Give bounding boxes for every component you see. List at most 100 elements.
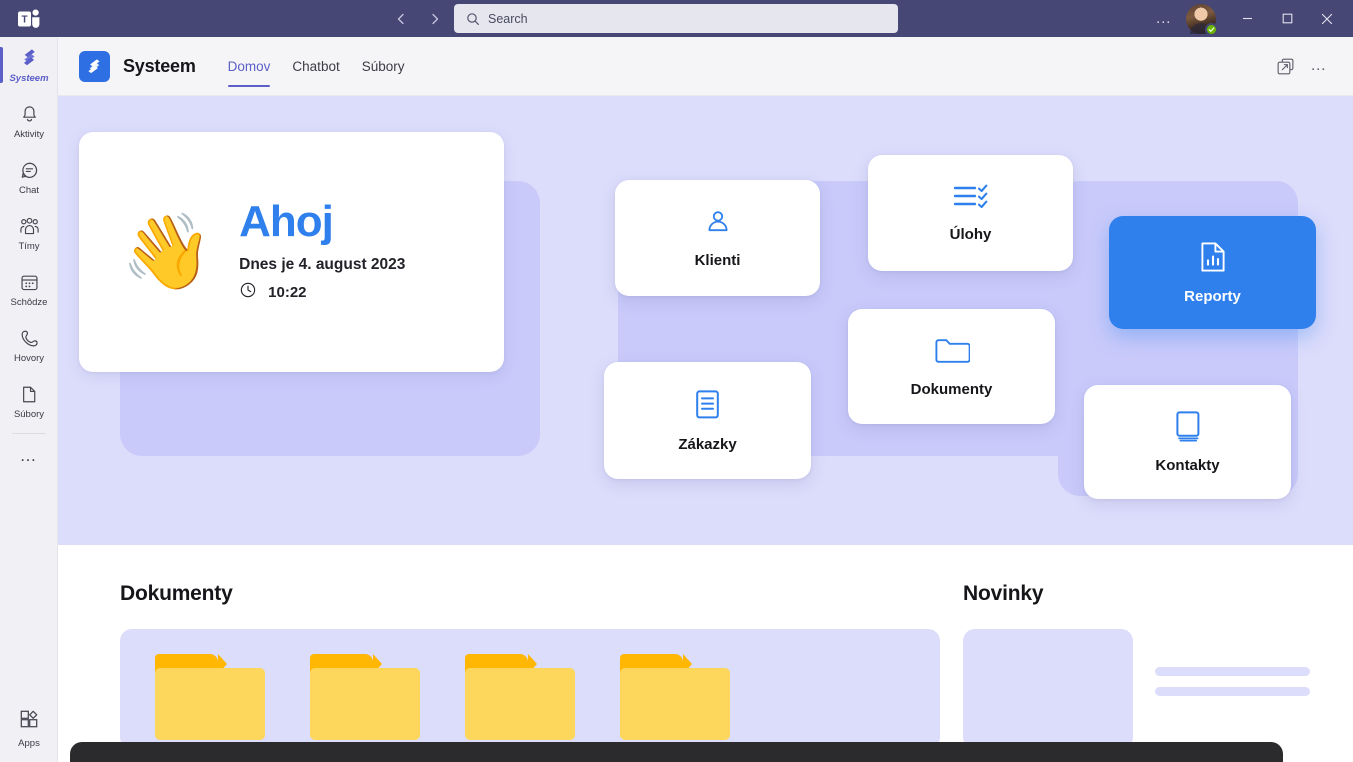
folder-icon[interactable] [465,654,575,740]
tile-label: Klienti [695,252,741,269]
forward-button[interactable] [422,6,448,32]
bell-icon [19,103,40,127]
app-header-actions: … [1271,52,1353,80]
document-icon [694,389,721,426]
page-title: Systeem [123,56,196,77]
window-controls: … [1147,0,1347,37]
file-icon [19,383,39,407]
svg-text:T: T [21,14,27,25]
tile-kontakty[interactable]: Kontakty [1084,385,1291,499]
time-row: 10:22 [239,281,405,304]
avatar[interactable] [1186,4,1216,34]
minimize-button[interactable] [1227,0,1267,37]
tab-bar: Domov Chatbot Súbory [217,37,416,95]
news-text-placeholder [1155,629,1310,696]
nav-buttons [388,6,448,32]
systeem-app-icon [18,47,41,71]
rail-item-timy[interactable]: Tímy [0,205,58,261]
status-badge [1205,23,1218,36]
titlebar-more-button[interactable]: … [1147,3,1181,35]
desktop-bar [70,742,1283,762]
rail-item-hovory[interactable]: Hovory [0,317,58,373]
rail-item-label: Systeem [9,73,48,84]
chat-bubble-icon [19,159,40,183]
maximize-button[interactable] [1267,0,1307,37]
title-bar: T Search … [0,0,1353,37]
close-icon [1321,13,1333,25]
skeleton-line [1155,687,1310,696]
hero-section: 👋 Ahoj Dnes je 4. august 2023 10:22 [58,96,1353,545]
tile-label: Dokumenty [911,381,993,398]
tile-ulohy[interactable]: Úlohy [868,155,1073,271]
rail-item-label: Schôdze [11,297,48,308]
minimize-icon [1242,13,1253,24]
rail-item-apps[interactable]: Apps [0,702,58,754]
rail-more-button[interactable]: … [0,434,58,478]
folder-icon [934,336,970,371]
app-header-more-button[interactable]: … [1305,52,1333,80]
tile-reporty[interactable]: Reporty [1109,216,1316,329]
close-button[interactable] [1307,0,1347,37]
tile-label: Kontakty [1155,457,1219,474]
search-placeholder: Search [488,12,528,26]
rail-apps-label: Apps [18,738,40,749]
tab-chatbot[interactable]: Chatbot [281,37,350,95]
documents-panel [120,629,940,749]
person-icon [703,207,733,242]
lower-section: Dokumenty Novinky [58,545,1353,762]
chevron-right-icon [429,13,441,25]
apps-grid-icon [18,708,40,735]
systeem-logo-icon [79,51,110,82]
rail-item-schodze[interactable]: Schôdze [0,261,58,317]
tile-label: Úlohy [950,226,992,243]
news-item[interactable] [963,629,1353,749]
rail-item-label: Hovory [14,353,44,364]
left-rail: Systeem Aktivity Chat Tímy Schôdze [0,37,58,762]
tile-label: Reporty [1184,288,1241,305]
news-section: Novinky [963,582,1353,749]
search-icon [464,10,482,28]
back-button[interactable] [388,6,414,32]
teams-logo-icon: T [0,0,58,37]
tile-dokumenty[interactable]: Dokumenty [848,309,1055,424]
tile-klienti[interactable]: Klienti [615,180,820,296]
app-window: T Search … [0,0,1353,762]
main-content: 👋 Ahoj Dnes je 4. august 2023 10:22 [58,96,1353,762]
book-icon [1174,410,1202,447]
rail-item-label: Aktivity [14,129,44,140]
tile-zakazky[interactable]: Zákazky [604,362,811,479]
tab-domov[interactable]: Domov [217,37,282,95]
folder-icon[interactable] [310,654,420,740]
greeting-text: Ahoj [239,200,405,245]
skeleton-line [1155,667,1310,676]
phone-icon [19,327,40,351]
chevron-left-icon [395,13,407,25]
rail-item-aktivity[interactable]: Aktivity [0,93,58,149]
app-header: Systeem Domov Chatbot Súbory … [58,37,1353,96]
rail-item-label: Tímy [18,241,39,252]
folder-icon[interactable] [620,654,730,740]
tab-subory[interactable]: Súbory [351,37,416,95]
rail-item-label: Súbory [14,409,44,420]
documents-section: Dokumenty [120,582,940,749]
checklist-icon [953,183,989,216]
news-title: Novinky [963,582,1353,606]
rail-item-chat[interactable]: Chat [0,149,58,205]
folder-icon[interactable] [155,654,265,740]
documents-title: Dokumenty [120,582,940,606]
report-chart-icon [1198,241,1228,278]
rail-item-label: Chat [19,185,39,196]
rail-item-systeem[interactable]: Systeem [0,37,58,93]
clock-icon [239,281,257,304]
news-thumbnail [963,629,1133,749]
time-text: 10:22 [268,284,306,301]
rail-item-subory[interactable]: Súbory [0,373,58,429]
search-input[interactable]: Search [454,4,898,33]
people-icon [18,215,41,239]
calendar-icon [19,271,40,295]
maximize-icon [1282,13,1293,24]
date-text: Dnes je 4. august 2023 [239,256,405,274]
tile-label: Zákazky [678,436,736,453]
waving-hand-icon: 👋 [121,215,213,289]
pop-out-icon[interactable] [1271,52,1299,80]
